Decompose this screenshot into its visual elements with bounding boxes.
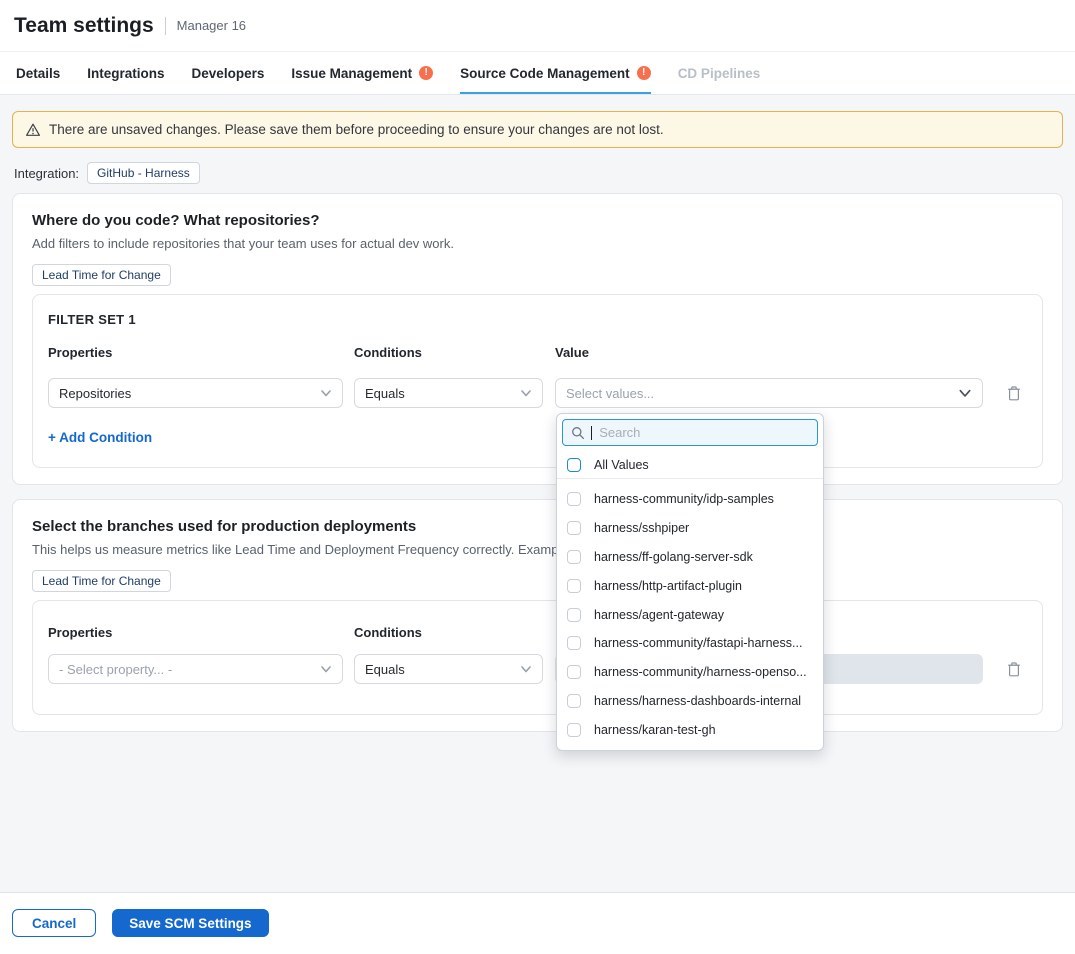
- checkbox[interactable]: [567, 636, 581, 650]
- tab-issue-management[interactable]: Issue Management !: [291, 52, 433, 94]
- lead-time-chip: Lead Time for Change: [32, 264, 171, 286]
- properties-header: Properties: [48, 625, 343, 640]
- value-header: Value: [555, 345, 983, 360]
- footer-bar: Cancel Save SCM Settings: [0, 893, 1075, 953]
- checkbox[interactable]: [567, 492, 581, 506]
- tab-source-code-management[interactable]: Source Code Management !: [460, 52, 651, 94]
- page-header: Team settings Manager 16: [0, 0, 1075, 52]
- checkbox[interactable]: [567, 608, 581, 622]
- column-headers: Properties Conditions Value: [48, 345, 1027, 360]
- tab-bar: Details Integrations Developers Issue Ma…: [0, 52, 1075, 95]
- conditions-header: Conditions: [354, 625, 543, 640]
- add-condition-button[interactable]: + Add Condition: [48, 430, 152, 445]
- filter-set-card: FILTER SET 1 Properties Conditions Value…: [32, 294, 1043, 468]
- tab-developers[interactable]: Developers: [192, 52, 265, 94]
- title-divider: [165, 17, 166, 35]
- tab-cd-pipelines: CD Pipelines: [678, 52, 761, 94]
- unsaved-changes-banner: There are unsaved changes. Please save t…: [12, 111, 1063, 148]
- property-select[interactable]: - Select property... -: [48, 654, 343, 684]
- tab-integrations[interactable]: Integrations: [87, 52, 164, 94]
- repo-option[interactable]: harness/harness-dashboards-internal: [557, 687, 823, 716]
- repo-option[interactable]: harness-community/idp-samples: [557, 485, 823, 514]
- checkbox[interactable]: [567, 665, 581, 679]
- search-icon: [571, 426, 585, 440]
- checkbox[interactable]: [567, 579, 581, 593]
- all-values-option[interactable]: All Values: [557, 451, 823, 479]
- chevron-down-icon: [320, 387, 332, 399]
- dropdown-options: harness-community/idp-samples harness/ss…: [557, 479, 823, 751]
- repo-option-clipped[interactable]: harness/...: [557, 744, 823, 751]
- repo-option[interactable]: harness-community/fastapi-harness...: [557, 629, 823, 658]
- branches-card-title: Select the branches used for production …: [32, 518, 1043, 535]
- conditions-header: Conditions: [354, 345, 543, 360]
- repo-option[interactable]: harness-community/harness-openso...: [557, 658, 823, 687]
- checkbox[interactable]: [567, 458, 581, 472]
- repositories-card-subtitle: Add filters to include repositories that…: [32, 236, 1043, 251]
- column-headers: Properties Conditions: [48, 625, 1027, 640]
- repositories-card: Where do you code? What repositories? Ad…: [12, 193, 1063, 485]
- integration-label: Integration:: [14, 166, 79, 181]
- content-area: There are unsaved changes. Please save t…: [0, 95, 1075, 893]
- repo-option[interactable]: harness/karan-test-gh: [557, 715, 823, 744]
- integration-chip[interactable]: GitHub - Harness: [87, 162, 200, 184]
- properties-header: Properties: [48, 345, 343, 360]
- tab-details[interactable]: Details: [16, 52, 60, 94]
- cancel-button[interactable]: Cancel: [12, 909, 96, 937]
- filter-row: - Select property... - Equals: [48, 654, 1027, 684]
- team-name: Manager 16: [177, 18, 246, 33]
- chevron-down-icon: [320, 663, 332, 675]
- branches-card-subtitle: This helps us measure metrics like Lead …: [32, 542, 1043, 557]
- delete-condition-button[interactable]: [1005, 383, 1023, 403]
- branches-card: Select the branches used for production …: [12, 499, 1063, 732]
- lead-time-chip: Lead Time for Change: [32, 570, 171, 592]
- filter-row: Repositories Equals Select values...: [48, 378, 1027, 408]
- banner-text: There are unsaved changes. Please save t…: [49, 122, 664, 137]
- page-title: Team settings: [14, 14, 154, 38]
- delete-condition-button[interactable]: [1005, 659, 1023, 679]
- chevron-down-icon: [520, 387, 532, 399]
- condition-select[interactable]: Equals: [354, 378, 543, 408]
- repo-option[interactable]: harness/http-artifact-plugin: [557, 571, 823, 600]
- value-select[interactable]: Select values... All Values: [555, 378, 983, 408]
- checkbox[interactable]: [567, 723, 581, 737]
- chevron-down-icon: [520, 663, 532, 675]
- search-input[interactable]: [599, 425, 809, 440]
- condition-select[interactable]: Equals: [354, 654, 543, 684]
- branch-filter-card: Properties Conditions - Select property.…: [32, 600, 1043, 715]
- filter-set-label: FILTER SET 1: [48, 312, 1027, 327]
- chevron-down-icon: [958, 386, 972, 400]
- warning-badge-icon: !: [419, 66, 433, 80]
- integration-row: Integration: GitHub - Harness: [14, 162, 1061, 184]
- value-dropdown-panel: All Values harness-community/idp-samples…: [556, 413, 824, 751]
- text-cursor: [591, 426, 592, 440]
- repo-option[interactable]: harness/sshpiper: [557, 514, 823, 543]
- checkbox[interactable]: [567, 521, 581, 535]
- warning-triangle-icon: [25, 122, 41, 138]
- dropdown-search-box[interactable]: [562, 419, 818, 446]
- property-select[interactable]: Repositories: [48, 378, 343, 408]
- repo-option[interactable]: harness/agent-gateway: [557, 600, 823, 629]
- repositories-card-title: Where do you code? What repositories?: [32, 212, 1043, 229]
- warning-badge-icon: !: [637, 66, 651, 80]
- checkbox[interactable]: [567, 550, 581, 564]
- save-scm-settings-button[interactable]: Save SCM Settings: [112, 909, 268, 937]
- checkbox[interactable]: [567, 694, 581, 708]
- repo-option[interactable]: harness/ff-golang-server-sdk: [557, 543, 823, 572]
